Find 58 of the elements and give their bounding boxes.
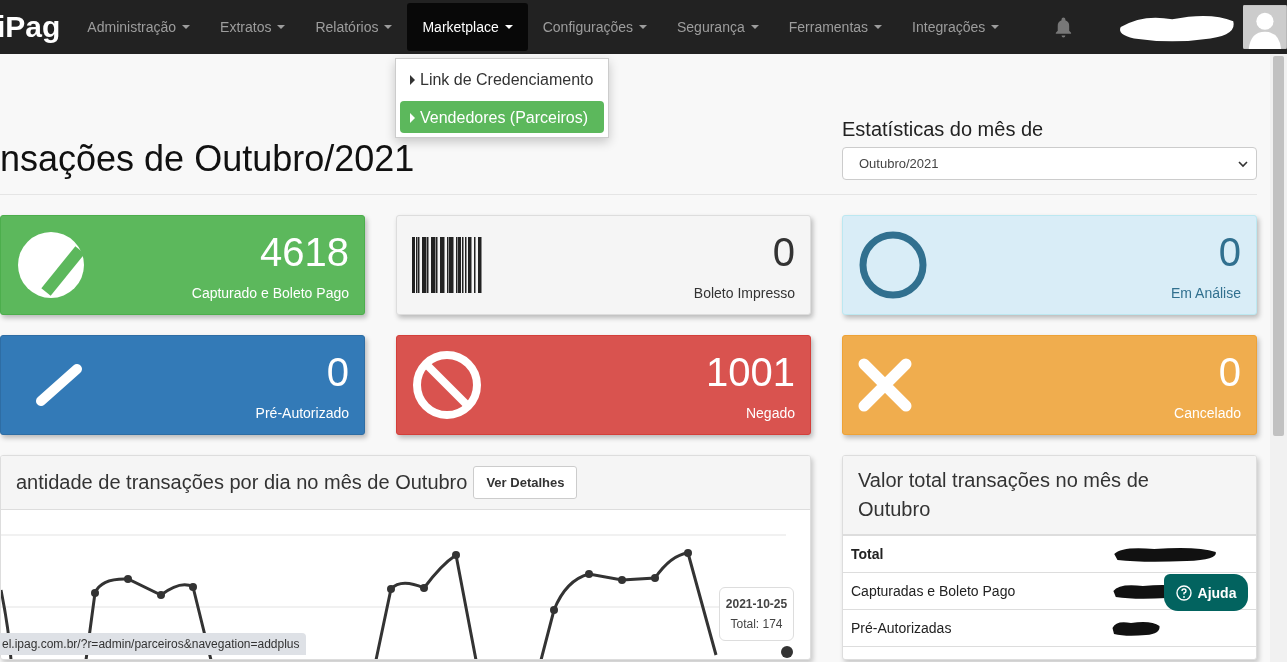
data-point bbox=[124, 575, 132, 583]
chevron-down-icon bbox=[1238, 159, 1248, 168]
avatar-icon[interactable] bbox=[1243, 4, 1287, 50]
barcode-icon bbox=[412, 237, 482, 293]
tooltip-total: Total: 174 bbox=[730, 617, 783, 631]
data-point bbox=[781, 646, 793, 658]
nav-menu[interactable]: Relatórios bbox=[300, 3, 408, 51]
data-point bbox=[157, 591, 165, 599]
stat-value: 0 bbox=[1218, 229, 1241, 275]
tooltip-date: 2021-10-25 bbox=[725, 597, 788, 611]
panel-title: Valor total transações no mês de Outubro bbox=[858, 468, 1150, 522]
data-point bbox=[91, 589, 99, 597]
data-point bbox=[550, 606, 558, 614]
dropdown-item[interactable]: Link de Credenciamento bbox=[400, 63, 604, 95]
nav-menu[interactable]: Configurações bbox=[527, 3, 662, 51]
data-point bbox=[420, 584, 428, 592]
stat-value: 0 bbox=[772, 229, 795, 275]
stat-label: Boleto Impresso bbox=[693, 284, 795, 301]
data-point bbox=[585, 570, 593, 578]
stat-label: Cancelado bbox=[1174, 404, 1241, 421]
scrollbar[interactable] bbox=[1270, 54, 1287, 662]
ban-icon bbox=[412, 350, 482, 420]
data-point bbox=[618, 576, 626, 584]
help-icon bbox=[1175, 584, 1192, 601]
month-select[interactable]: Outubro/2021 bbox=[842, 147, 1257, 180]
nav-menu[interactable]: Extratos bbox=[205, 3, 301, 51]
data-point bbox=[189, 583, 197, 591]
stat-value: 1001 bbox=[706, 349, 795, 395]
stat-value: 4618 bbox=[260, 229, 349, 275]
nav-menu[interactable]: Integrações bbox=[897, 3, 1015, 51]
data-point bbox=[684, 549, 692, 557]
stat-value: 0 bbox=[326, 349, 349, 395]
data-point bbox=[651, 574, 659, 582]
stats-label: Estatísticas do mês de bbox=[842, 118, 1045, 141]
row-label: Capturadas e Boleto Pago bbox=[851, 583, 1017, 599]
page-title: nsações de Outubro/2021 bbox=[0, 138, 415, 180]
stat-label: Em Análise bbox=[1170, 284, 1241, 301]
row-label: Pré-Autorizadas bbox=[851, 620, 953, 636]
nav-menu[interactable]: Ferramentas bbox=[773, 3, 898, 51]
help-button[interactable]: Ajuda bbox=[1164, 574, 1248, 611]
stat-label: Negado bbox=[745, 404, 795, 421]
data-point bbox=[387, 585, 395, 593]
stat-label: Capturado e Boleto Pago bbox=[191, 284, 349, 301]
status-url: el.ipag.com.br/?r=admin/parceiros&navegation=addplus bbox=[0, 633, 306, 655]
check-circle-icon bbox=[16, 230, 86, 300]
nav-menu[interactable]: Administração bbox=[72, 3, 206, 51]
close-icon bbox=[858, 358, 912, 412]
nav-menu[interactable]: Marketplace bbox=[407, 3, 528, 51]
nav-menu[interactable]: Segurança bbox=[662, 3, 774, 51]
row-label: Total bbox=[851, 546, 885, 562]
stat-label: Pré-Autorizado bbox=[255, 404, 349, 421]
pencil-icon bbox=[36, 364, 82, 406]
panel-title: antidade de transações por dia no mês de Outubro bbox=[16, 470, 468, 495]
details-button[interactable]: Ver Detalhes bbox=[473, 466, 578, 499]
circle-icon bbox=[858, 230, 928, 300]
redacted-mark bbox=[1111, 619, 1161, 637]
data-point bbox=[452, 551, 460, 559]
stat-value: 0 bbox=[1218, 349, 1241, 395]
